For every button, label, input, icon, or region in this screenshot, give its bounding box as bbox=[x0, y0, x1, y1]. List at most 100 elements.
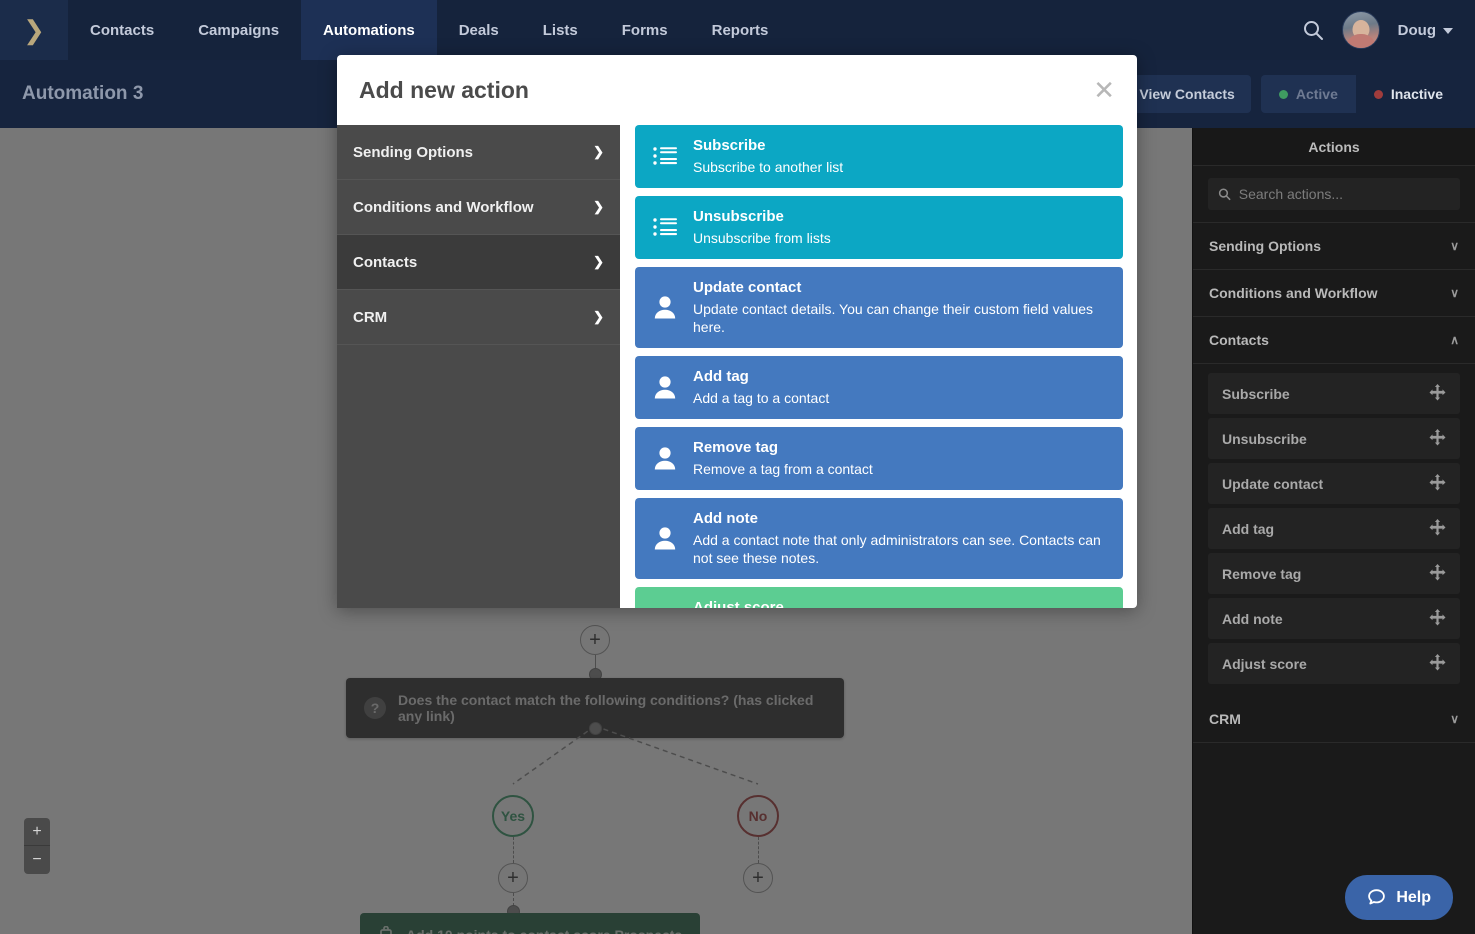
modal-header: Add new action ✕ bbox=[337, 55, 1137, 125]
action-card-title: Add tag bbox=[693, 368, 749, 385]
move-handle-icon[interactable] bbox=[1429, 473, 1446, 494]
action-card-subscribe[interactable]: Subscribe Subscribe to another list bbox=[635, 125, 1123, 188]
sidebar-section-body: Subscribe Unsubscribe Update contact Add ta… bbox=[1193, 364, 1475, 696]
move-handle-icon[interactable] bbox=[1429, 518, 1446, 539]
nav-item-label: Reports bbox=[711, 21, 769, 39]
sidebar-search-wrap bbox=[1193, 166, 1475, 223]
sidebar-action-unsubscribe[interactable]: Unsubscribe bbox=[1208, 418, 1460, 459]
chat-bubble-icon bbox=[1368, 889, 1386, 905]
action-card-description: Update contact details. You can change t… bbox=[693, 300, 1094, 335]
action-card-list: Subscribe Subscribe to another list Unsubs… bbox=[620, 125, 1137, 608]
zoom-in-button[interactable]: + bbox=[24, 818, 50, 846]
move-handle-icon[interactable] bbox=[1429, 653, 1446, 674]
nav-item-label: Lists bbox=[542, 21, 578, 39]
close-icon[interactable]: ✕ bbox=[1093, 77, 1115, 103]
action-card-adjust-score[interactable]: $Adjust scoreWill add or remove amount o… bbox=[635, 587, 1123, 608]
category-label: Conditions and Workflow bbox=[353, 198, 534, 216]
nav-item-label: Contacts bbox=[90, 21, 155, 39]
nav-item-label: Automations bbox=[323, 21, 415, 39]
action-card-title: Update contact bbox=[693, 278, 802, 296]
chevron-right-icon: ❯ bbox=[593, 199, 604, 214]
category-conditions-and-workflow[interactable]: Conditions and Workflow ❯ bbox=[337, 180, 620, 235]
list-icon bbox=[651, 217, 679, 237]
category-crm[interactable]: CRM ❯ bbox=[337, 290, 620, 345]
user-menu[interactable]: Doug bbox=[1398, 22, 1453, 39]
nav-right-group: Doug bbox=[1302, 0, 1475, 60]
chevron-right-icon: ❯ bbox=[593, 254, 604, 269]
category-contacts[interactable]: Contacts ❯ bbox=[337, 235, 620, 290]
move-handle-icon[interactable] bbox=[1429, 608, 1446, 629]
avatar[interactable] bbox=[1341, 11, 1380, 49]
nav-item-label: Campaigns bbox=[198, 21, 280, 39]
move-handle-icon[interactable] bbox=[1429, 428, 1446, 449]
category-list: Sending Options ❯ Conditions and Workflow ❯… bbox=[337, 125, 620, 345]
chevron-right-icon: ❯ bbox=[593, 309, 604, 324]
sidebar-action-adjust-score[interactable]: Adjust score bbox=[1208, 643, 1460, 684]
action-card-add-tag[interactable]: Add tag Add a tag to a contact bbox=[635, 356, 1123, 419]
sidebar-section-contacts[interactable]: Contacts ∧ bbox=[1193, 317, 1475, 364]
action-card-update-contact[interactable]: Update contact Update contact details. Yo… bbox=[635, 266, 1123, 348]
action-card-unsubscribe[interactable]: Unsubscribe Unsubscribe from lists bbox=[635, 195, 1123, 259]
nav-item-lists[interactable]: Lists bbox=[521, 0, 600, 60]
chevron-up-icon: ∧ bbox=[1450, 333, 1459, 347]
sidebar-action-remove-tag[interactable]: Remove tag bbox=[1208, 553, 1460, 594]
status-toggle-group: Active Inactive bbox=[1260, 75, 1461, 113]
nav-item-reports[interactable]: Reports bbox=[690, 0, 791, 60]
action-card-title: Subscribe bbox=[693, 137, 766, 154]
status-active-button[interactable]: Active bbox=[1260, 75, 1356, 113]
sidebar-section-sending-options[interactable]: Sending Options ∨ bbox=[1193, 223, 1475, 270]
person-icon bbox=[651, 375, 679, 399]
category-sending-options[interactable]: Sending Options ❯ bbox=[337, 125, 620, 180]
sidebar-action-label: Remove tag bbox=[1222, 565, 1302, 582]
action-card-add-note[interactable]: Add note Add a contact note that only adm… bbox=[635, 497, 1123, 579]
zoom-out-button[interactable]: − bbox=[24, 846, 50, 874]
sidebar-section-label: Conditions and Workflow bbox=[1209, 285, 1378, 301]
action-card-description: Unsubscribe from lists bbox=[693, 229, 831, 246]
sidebar-section-crm[interactable]: CRM ∨ bbox=[1193, 696, 1475, 743]
search-icon[interactable] bbox=[1302, 19, 1324, 41]
action-card-description: Add a contact note that only administrat… bbox=[693, 531, 1101, 566]
category-label: Sending Options bbox=[353, 143, 473, 161]
sidebar-action-label: Subscribe bbox=[1222, 385, 1290, 402]
nav-item-contacts[interactable]: Contacts bbox=[68, 0, 176, 60]
nav-item-label: Forms bbox=[621, 21, 668, 39]
action-card-title: Remove tag bbox=[693, 438, 779, 456]
sidebar-section-label: CRM bbox=[1209, 711, 1241, 727]
user-name-label: Doug bbox=[1397, 21, 1436, 39]
status-inactive-label: Inactive bbox=[1390, 86, 1443, 102]
sidebar-action-add-tag[interactable]: Add tag bbox=[1208, 508, 1460, 549]
nav-item-deals[interactable]: Deals bbox=[437, 0, 521, 60]
list-icon bbox=[651, 146, 679, 166]
modal-title: Add new action bbox=[359, 76, 529, 103]
move-handle-icon[interactable] bbox=[1429, 563, 1446, 584]
app-logo[interactable]: ❯ bbox=[0, 0, 68, 60]
inactive-status-dot-icon bbox=[1373, 89, 1383, 99]
sidebar-action-label: Add tag bbox=[1222, 520, 1275, 537]
move-handle-icon[interactable] bbox=[1429, 383, 1446, 404]
page-title: Automation 3 bbox=[22, 83, 144, 104]
nav-item-automations[interactable]: Automations bbox=[301, 0, 437, 60]
nav-item-campaigns[interactable]: Campaigns bbox=[176, 0, 301, 60]
sidebar-sections: Sending Options ∨ Conditions and Workflow ∨… bbox=[1193, 223, 1475, 743]
view-contacts-label: View Contacts bbox=[1139, 86, 1235, 102]
status-active-label: Active bbox=[1295, 86, 1338, 102]
person-icon bbox=[651, 446, 679, 470]
help-button[interactable]: Help bbox=[1345, 875, 1453, 920]
category-label: CRM bbox=[353, 308, 388, 326]
category-column: Sending Options ❯ Conditions and Workflow ❯… bbox=[337, 125, 620, 608]
sidebar-action-subscribe[interactable]: Subscribe bbox=[1208, 373, 1460, 414]
person-icon bbox=[651, 526, 679, 550]
action-card-remove-tag[interactable]: Remove tag Remove a tag from a contact bbox=[635, 426, 1123, 490]
sidebar-title: Actions bbox=[1193, 128, 1475, 166]
search-actions-box[interactable] bbox=[1208, 178, 1460, 210]
person-icon bbox=[651, 295, 679, 319]
sidebar-section-conditions-and-workflow[interactable]: Conditions and Workflow ∨ bbox=[1193, 270, 1475, 317]
sidebar-action-update-contact[interactable]: Update contact bbox=[1208, 463, 1460, 504]
action-card-title: Adjust score bbox=[693, 599, 784, 608]
active-status-dot-icon bbox=[1278, 89, 1288, 99]
status-inactive-button[interactable]: Inactive bbox=[1355, 75, 1461, 113]
top-navigation: ❯ Contacts Campaigns Automations Deals Lists… bbox=[0, 0, 1475, 60]
sidebar-action-add-note[interactable]: Add note bbox=[1208, 598, 1460, 639]
nav-item-forms[interactable]: Forms bbox=[600, 0, 690, 60]
search-actions-input[interactable] bbox=[1238, 186, 1450, 202]
